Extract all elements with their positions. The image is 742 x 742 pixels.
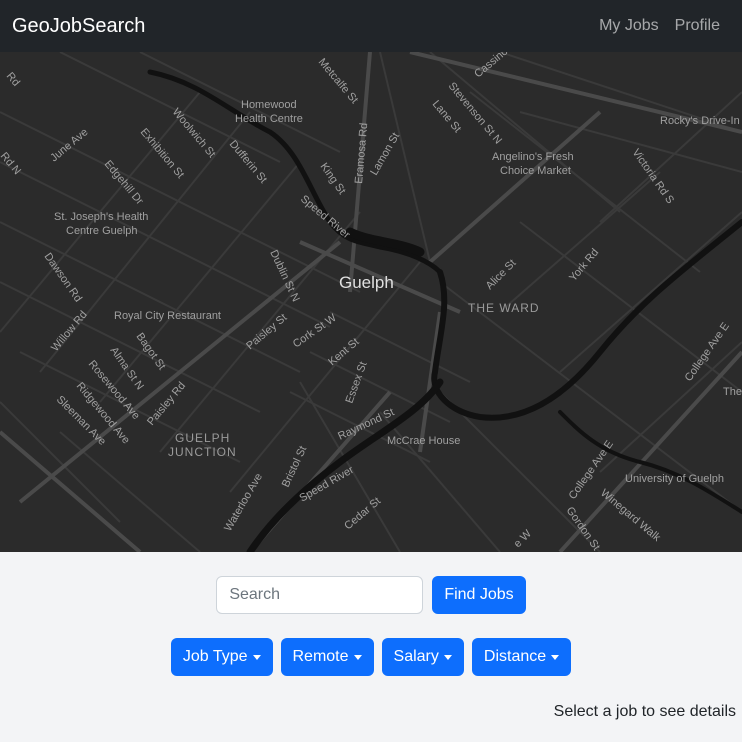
map-place-label: Rocky's Drive-In [660,115,740,127]
search-panel: Find Jobs Job Type Remote Salary Distanc… [0,552,742,742]
remote-dropdown-label: Remote [292,648,349,665]
job-type-dropdown-label: Job Type [182,648,248,665]
job-type-dropdown[interactable]: Job Type [170,638,273,676]
distance-dropdown[interactable]: Distance [471,638,572,676]
caret-down-icon [252,654,261,660]
map-place-label: The [723,386,742,398]
map-place-label: Homewood [241,99,297,111]
distance-dropdown-label: Distance [483,648,547,665]
salary-dropdown[interactable]: Salary [381,638,464,676]
nav-links: My Jobs Profile [599,17,720,35]
map[interactable]: Homewood Health Centre Angelino's Fresh … [0,52,742,552]
map-district-label: THE WARD [468,301,540,315]
search-row: Find Jobs [0,576,742,614]
map-place-label: McCrae House [387,435,460,447]
caret-down-icon [353,654,362,660]
nav-link-my-jobs[interactable]: My Jobs [599,17,659,35]
map-city-label: Guelph [339,273,394,292]
brand-link[interactable]: GeoJobSearch [12,15,145,38]
map-place-label: Centre Guelph [66,225,138,237]
job-details-placeholder: Select a job to see details [553,703,736,720]
map-canvas[interactable]: Homewood Health Centre Angelino's Fresh … [0,52,742,552]
remote-dropdown[interactable]: Remote [280,638,374,676]
map-place-label: University of Guelph [625,473,724,485]
find-jobs-button[interactable]: Find Jobs [432,576,526,614]
map-place-label: St. Joseph's Health [54,211,148,223]
caret-down-icon [443,654,452,660]
filter-row: Job Type Remote Salary Distance [0,638,742,676]
navbar: GeoJobSearch My Jobs Profile [0,0,742,52]
search-input[interactable] [216,576,424,614]
map-place-label: Health Centre [235,113,303,125]
nav-link-profile[interactable]: Profile [675,17,720,35]
map-district-label: GUELPH [175,431,230,445]
caret-down-icon [551,654,560,660]
map-place-label: Choice Market [500,165,571,177]
salary-dropdown-label: Salary [393,648,439,665]
map-place-label: Angelino's Fresh [492,151,574,163]
map-place-label: Royal City Restaurant [114,310,221,322]
map-district-label: JUNCTION [168,445,237,459]
